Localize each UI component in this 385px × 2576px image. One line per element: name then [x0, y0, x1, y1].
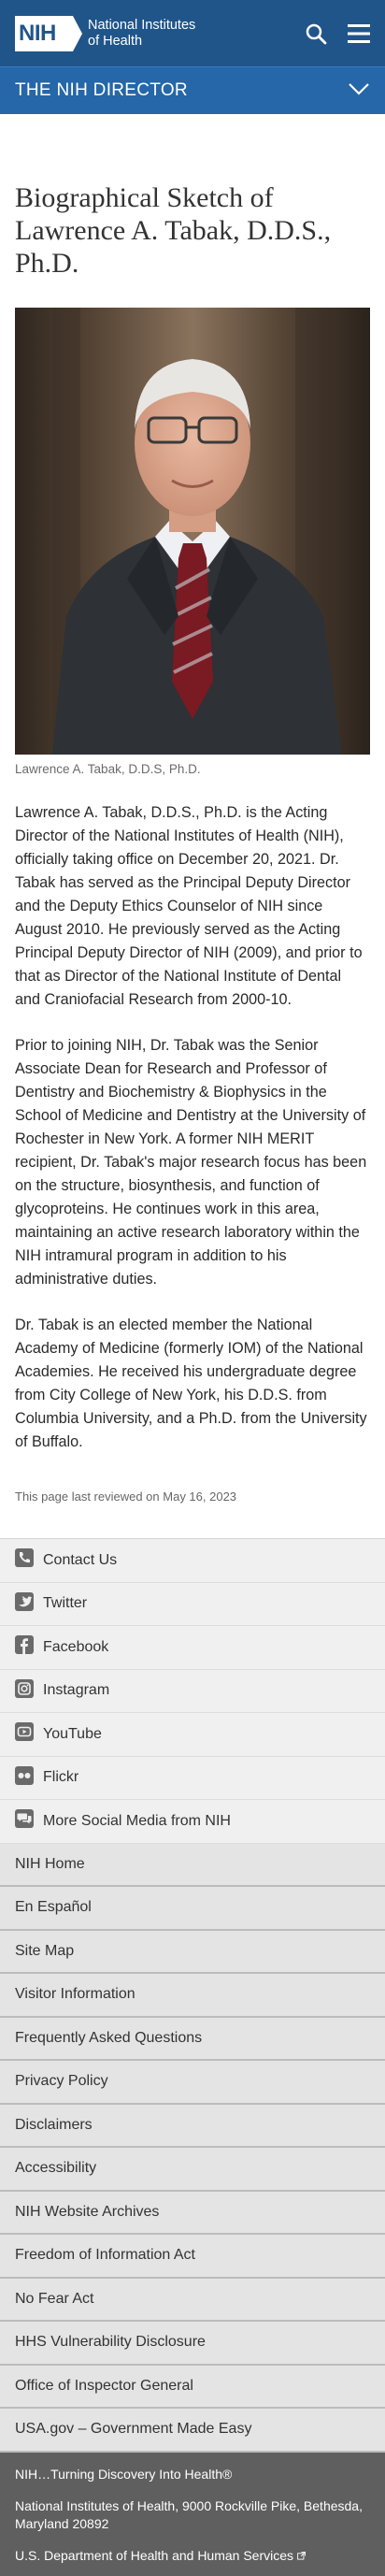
chevron-down-icon[interactable] — [348, 82, 370, 100]
youtube-icon — [15, 1722, 43, 1746]
footer-link-site-map[interactable]: Site Map — [0, 1931, 385, 1974]
footer-bottom: NIH…Turning Discovery Into Health® Natio… — [0, 2452, 385, 2576]
bio-paragraph-1: Lawrence A. Tabak, D.D.S., Ph.D. is the … — [15, 804, 363, 1008]
footer-link-accessibility[interactable]: Accessibility — [0, 2148, 385, 2192]
twitter-link[interactable]: Twitter — [0, 1583, 385, 1626]
footer-link-disclaimers[interactable]: Disclaimers — [0, 2105, 385, 2148]
portrait-illustration — [15, 308, 370, 755]
footer-link-usa-gov[interactable]: USA.gov – Government Made Easy — [0, 2409, 385, 2453]
instagram-icon — [15, 1678, 43, 1703]
main-content: Biographical Sketch of Lawrence A. Tabak… — [0, 181, 385, 1504]
footer-link-inspector-general[interactable]: Office of Inspector General — [0, 2366, 385, 2409]
hamburger-menu-icon[interactable] — [348, 23, 370, 44]
footer-link-visitor-information[interactable]: Visitor Information — [0, 1974, 385, 2018]
bio-paragraph-3: Dr. Tabak is an elected member the Natio… — [15, 1317, 367, 1450]
header-actions — [305, 22, 370, 45]
portrait-caption: Lawrence A. Tabak, D.D.S, Ph.D. — [15, 762, 201, 776]
facebook-label: Facebook — [43, 1638, 109, 1655]
footer-link-privacy-policy[interactable]: Privacy Policy — [0, 2061, 385, 2105]
section-nav-toggle[interactable]: THE NIH DIRECTOR — [0, 66, 385, 114]
footer-link-faq[interactable]: Frequently Asked Questions — [0, 2018, 385, 2061]
site-footer: Contact Us Twitter Facebook Instagram Yo… — [0, 1538, 385, 2576]
footer-link-nih-home[interactable]: NIH Home — [0, 1844, 385, 1887]
site-header: NIH National Institutes of Health THE NI… — [0, 0, 385, 114]
chat-bubbles-icon — [15, 1809, 43, 1833]
youtube-link[interactable]: YouTube — [0, 1713, 385, 1757]
contact-us-link[interactable]: Contact Us — [0, 1539, 385, 1583]
instagram-link[interactable]: Instagram — [0, 1670, 385, 1713]
footer-link-en-espanol[interactable]: En Español — [0, 1887, 385, 1931]
footer-tagline: NIH…Turning Discovery Into Health® — [15, 2466, 233, 2482]
footer-link-foia[interactable]: Freedom of Information Act — [0, 2235, 385, 2279]
more-social-media-label: More Social Media from NIH — [43, 1812, 231, 1829]
instagram-label: Instagram — [43, 1682, 110, 1699]
search-icon[interactable] — [305, 22, 327, 45]
page-title: Biographical Sketch of Lawrence A. Tabak… — [15, 182, 332, 279]
nih-logo[interactable]: NIH National Institutes of Health — [15, 15, 195, 51]
facebook-link[interactable]: Facebook — [0, 1626, 385, 1670]
flickr-icon — [15, 1765, 43, 1790]
contact-us-label: Contact Us — [43, 1551, 118, 1568]
external-link-icon — [297, 2548, 306, 2563]
youtube-label: YouTube — [43, 1725, 102, 1742]
director-portrait — [15, 308, 370, 755]
hhs-link[interactable]: U.S. Department of Health and Human Serv… — [15, 2547, 370, 2565]
footer-link-hhs-vulnerability-disclosure[interactable]: HHS Vulnerability Disclosure — [0, 2322, 385, 2366]
facebook-icon — [15, 1635, 43, 1659]
logo-line-2: of Health — [88, 33, 143, 49]
phone-icon — [15, 1548, 43, 1572]
footer-links: NIH Home En Español Site Map Visitor Inf… — [0, 1843, 385, 2453]
footer-address: National Institutes of Health, 9000 Rock… — [15, 2497, 363, 2531]
section-title: THE NIH DIRECTOR — [15, 80, 188, 100]
top-bar: NIH National Institutes of Health — [0, 0, 385, 66]
nih-logo-mark: NIH — [15, 15, 82, 51]
more-social-media-link[interactable]: More Social Media from NIH — [0, 1800, 385, 1844]
flickr-label: Flickr — [43, 1769, 79, 1786]
hhs-link-label: U.S. Department of Health and Human Serv… — [15, 2547, 294, 2563]
twitter-icon — [15, 1591, 43, 1616]
bio-paragraph-2: Prior to joining NIH, Dr. Tabak was the … — [15, 1037, 367, 1288]
logo-line-1: National Institutes — [88, 17, 196, 33]
twitter-label: Twitter — [43, 1595, 88, 1612]
footer-link-no-fear-act[interactable]: No Fear Act — [0, 2279, 385, 2322]
social-links: Contact Us Twitter Facebook Instagram Yo… — [0, 1538, 385, 1844]
nih-logo-text: National Institutes of Health — [88, 18, 195, 50]
footer-link-website-archives[interactable]: NIH Website Archives — [0, 2192, 385, 2235]
flickr-link[interactable]: Flickr — [0, 1757, 385, 1800]
last-reviewed: This page last reviewed on May 16, 2023 — [15, 1489, 237, 1504]
article-body: Lawrence A. Tabak, D.D.S., Ph.D. is the … — [15, 801, 370, 1454]
